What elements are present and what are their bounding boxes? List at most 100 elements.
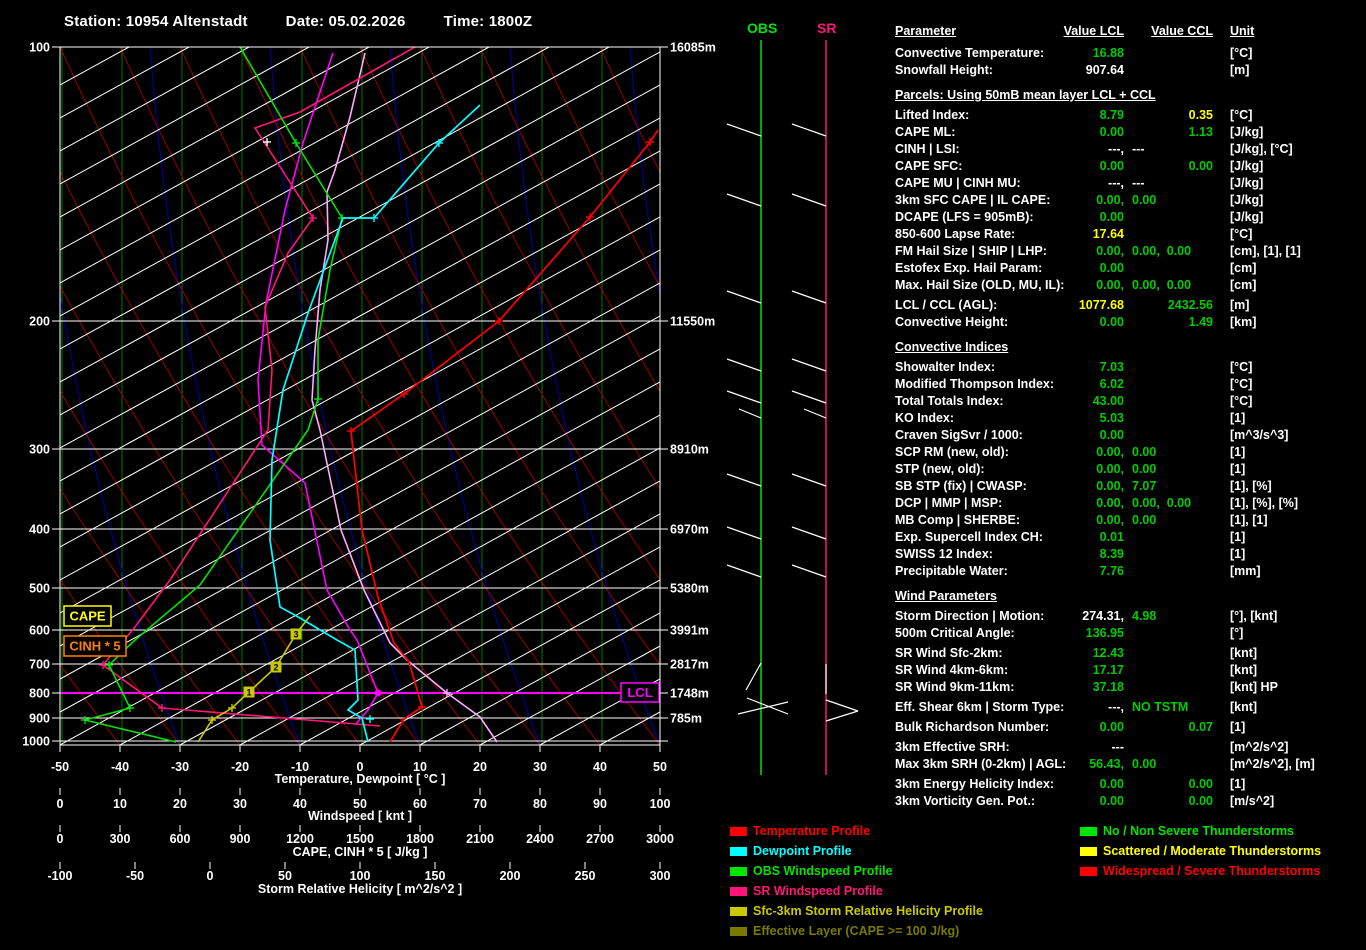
wind-barb: [726, 390, 762, 404]
row-unit: [m^2/s^2], [m]: [1230, 757, 1315, 771]
row-unit: [knt]: [1230, 700, 1258, 714]
value-part: 1077.68: [1078, 298, 1124, 312]
sounding-app-window: 3 2 1 CAPE CINH * 5 LCL 100 16085m 200 11550m 300 8…: [0, 0, 1366, 950]
value-lcl: 17.64: [1020, 227, 1124, 241]
row-unit: [J/kg]: [1230, 125, 1264, 139]
value-part: 0.00,: [1096, 278, 1124, 292]
value-part: ---: [1132, 176, 1145, 190]
value-part: 0.00: [1099, 777, 1124, 791]
value-part: 17.64: [1092, 227, 1124, 241]
value-lcl: 0.00: [1020, 428, 1124, 442]
value-ccl: 0.35: [1133, 108, 1213, 122]
wind-barb: [746, 697, 789, 715]
value-part: 8.39: [1099, 547, 1124, 561]
axis-tick-label: -30: [171, 760, 189, 774]
value-part: 0.00: [1132, 445, 1157, 459]
table-row: 850-600 Lapse Rate: 17.64 [°C]: [895, 227, 1366, 243]
legend-swatch-icon: [730, 927, 747, 936]
pressure-label: 800: [29, 687, 50, 701]
value-lcl: 12.43: [1020, 646, 1124, 660]
row-unit: [knt]: [1230, 663, 1258, 677]
table-row: Precipitable Water: 7.76 [mm]: [895, 564, 1366, 580]
value-lcl: 0.00,: [1020, 496, 1124, 510]
row-unit: [1]: [1230, 547, 1246, 561]
value-part: ---: [1111, 740, 1125, 754]
row-unit: [1]: [1230, 445, 1246, 459]
row-label: Total Totals Index:: [895, 394, 1004, 408]
date-title: Date: 05.02.2026: [285, 13, 406, 30]
table-row: MB Comp | SHERBE: 0.00, 0.00 [1], [1]: [895, 513, 1366, 529]
wind-barb: [726, 564, 762, 578]
value-mid: 0.00, 0.00: [1132, 244, 1191, 258]
wind-barb: [726, 526, 762, 540]
axis-tick-label: 70: [473, 797, 487, 811]
dry-adiabat: [60, 390, 301, 745]
row-label: Showalter Index:: [895, 360, 996, 374]
axis-tick-label: -50: [126, 869, 144, 883]
row-unit: [°C]: [1230, 108, 1253, 122]
axis-tick-label: 1200: [286, 832, 314, 846]
srh-level-box-label: 2: [273, 663, 278, 673]
wind-barb: [791, 526, 827, 540]
value-part: 0.00,: [1096, 244, 1124, 258]
axis-tick-label: 50: [653, 760, 667, 774]
value-mid: 0.00: [1132, 193, 1156, 207]
pressure-label: 600: [29, 624, 50, 638]
legend-swatch-icon: [1080, 827, 1097, 836]
table-row: Max 3km SRH (0-2km) | AGL: 56.43, 0.00 [m^2…: [895, 757, 1366, 773]
legend-swatch-icon: [730, 887, 747, 896]
axis-title: Windspeed [ knt ]: [308, 809, 412, 823]
value-part: 0.00: [1099, 210, 1124, 224]
value-lcl: 136.95: [1020, 626, 1124, 640]
row-label: CAPE ML:: [895, 125, 956, 139]
table-row: SR Wind 9km-11km: 37.18 [knt] HP: [895, 680, 1366, 696]
value-lcl: 0.00: [1020, 261, 1124, 275]
altitude-label: 2817m: [670, 658, 709, 672]
row-label: Snowfall Height:: [895, 63, 993, 77]
altitude-label: 11550m: [670, 315, 715, 329]
value-part: 16.88: [1092, 46, 1124, 60]
wind-barb: [791, 564, 827, 578]
row-unit: [knt] HP: [1230, 680, 1278, 694]
row-label: KO Index:: [895, 411, 955, 425]
altitude-label: 16085m: [670, 41, 716, 55]
axis-tick-label: -20: [231, 760, 249, 774]
value-part: NO TSTM: [1132, 700, 1189, 714]
table-row: SR Wind 4km-6km: 17.17 [knt]: [895, 663, 1366, 679]
value-lcl: 6.02: [1020, 377, 1124, 391]
row-unit: [°C]: [1230, 46, 1253, 60]
wind-barb: [791, 390, 827, 404]
axis-tick-label: 300: [650, 869, 671, 883]
value-part: ---,: [1108, 176, 1124, 190]
value-part: ---,: [1108, 142, 1124, 156]
legend-label: Sfc-3km Storm Relative Helicity Profile: [753, 904, 983, 918]
pressure-label: 700: [29, 658, 50, 672]
value-part: 0.00: [1132, 757, 1157, 771]
axis-tick-label: 2700: [586, 832, 614, 846]
value-part: 0.00,: [1096, 445, 1124, 459]
value-part: 0.00, 0.00: [1132, 496, 1192, 510]
axis-tick-label: 90: [593, 797, 607, 811]
row-label: MB Comp | SHERBE:: [895, 513, 1021, 527]
wind-barb: [738, 408, 762, 419]
row-unit: [m/s^2]: [1230, 794, 1275, 808]
table-row: Showalter Index: 7.03 [°C]: [895, 360, 1366, 376]
value-part: 0.07: [1188, 720, 1213, 734]
pressure-label: 1000: [22, 735, 50, 749]
value-part: 0.00,: [1096, 479, 1124, 493]
row-label: Craven SigSvr / 1000:: [895, 428, 1023, 442]
column-header-value-ccl: Value CCL: [1151, 24, 1213, 38]
value-mid: 0.00, 0.00: [1132, 278, 1191, 292]
value-part: 0.00: [1188, 794, 1213, 808]
row-unit: [cm], [1], [1]: [1230, 244, 1301, 258]
row-unit: [m]: [1230, 298, 1250, 312]
row-unit: [cm]: [1230, 278, 1257, 292]
isotherm-line: [60, 216, 660, 548]
row-unit: [1]: [1230, 530, 1246, 544]
value-part: 5.03: [1099, 411, 1124, 425]
table-row: KO Index: 5.03 [1]: [895, 411, 1366, 427]
value-lcl: 8.79: [1020, 108, 1124, 122]
row-unit: [°C]: [1230, 377, 1253, 391]
axis-tick-label: 300: [110, 832, 131, 846]
row-unit: [1], [1]: [1230, 513, 1268, 527]
